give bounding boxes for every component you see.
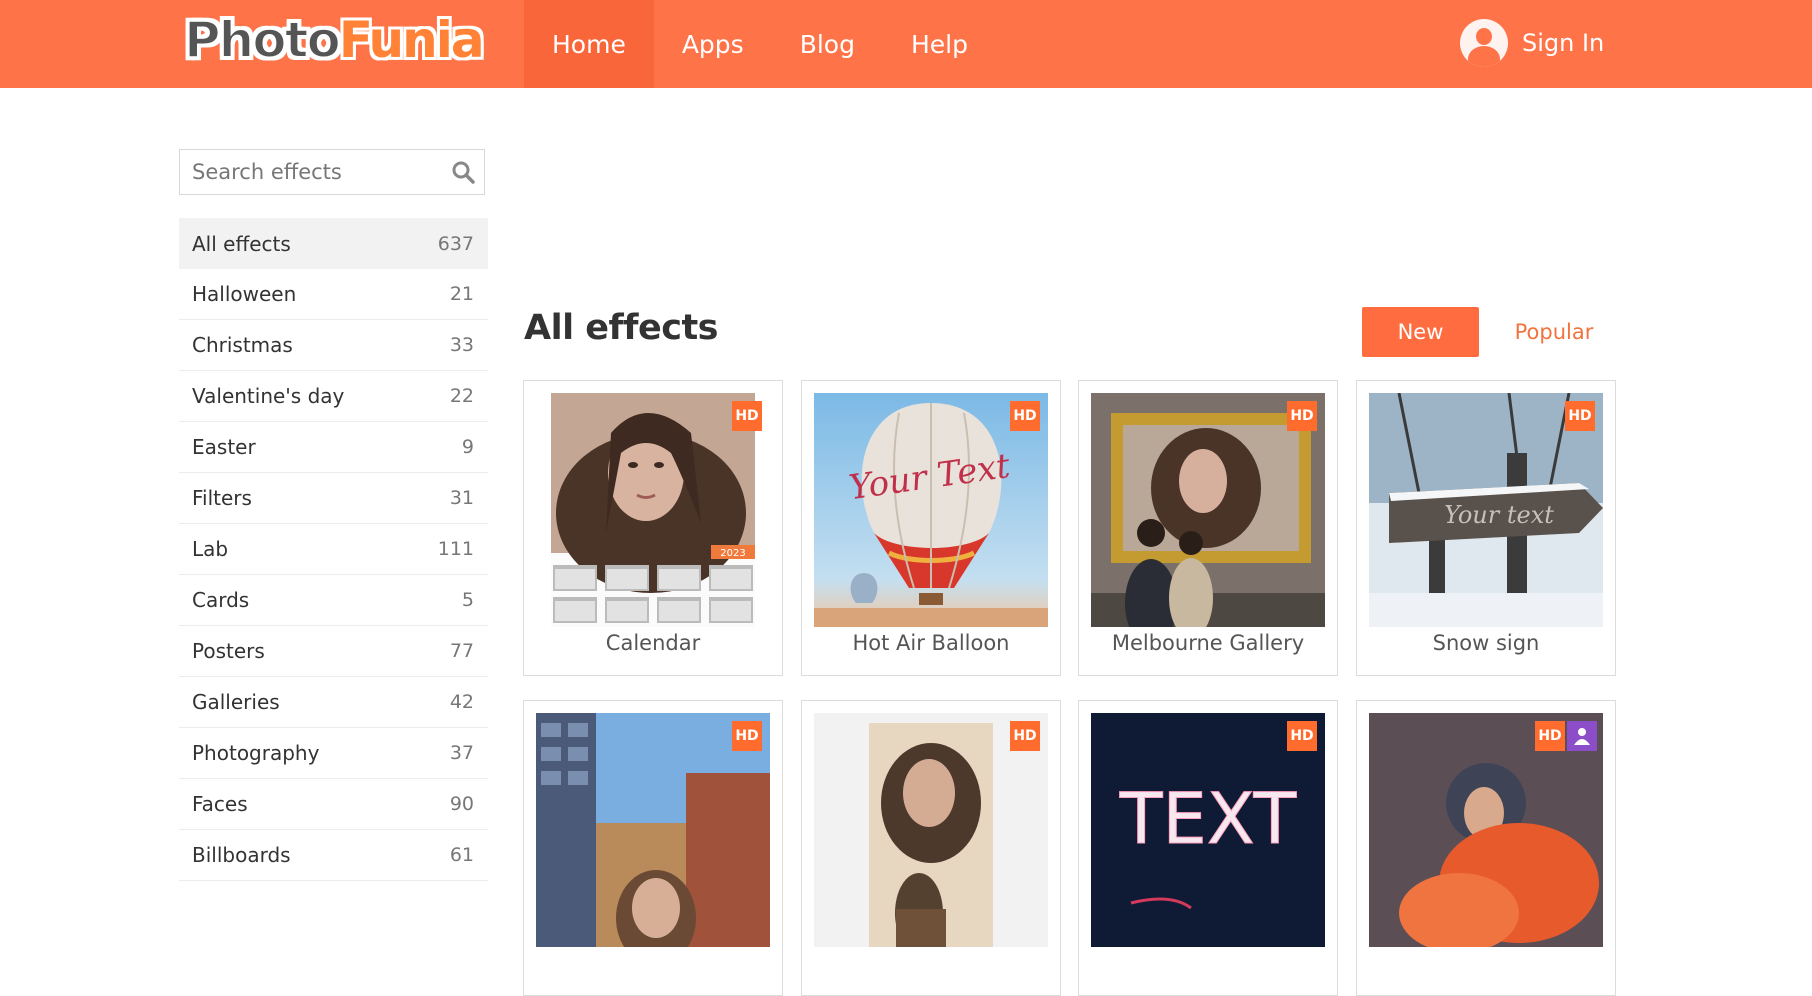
hd-badge: HD	[732, 401, 762, 431]
category-easter[interactable]: Easter 9	[179, 422, 488, 473]
category-christmas[interactable]: Christmas 33	[179, 320, 488, 371]
hd-badge: HD	[1565, 401, 1595, 431]
sign-in-label: Sign In	[1522, 29, 1605, 57]
category-posters[interactable]: Posters 77	[179, 626, 488, 677]
sort-popular-button[interactable]: Popular	[1496, 307, 1612, 357]
effect-thumbnail: 2023	[551, 393, 755, 627]
category-billboards[interactable]: Billboards 61	[179, 830, 488, 881]
category-label: Valentine's day	[192, 384, 345, 408]
category-valentines-day[interactable]: Valentine's day 22	[179, 371, 488, 422]
main-nav: Home Apps Blog Help	[524, 0, 996, 88]
effect-card-orange-smoke[interactable]: HD	[1356, 700, 1616, 996]
category-count: 61	[449, 844, 474, 866]
search-icon[interactable]	[451, 160, 475, 184]
category-label: Cards	[192, 588, 250, 612]
search-box	[179, 149, 485, 195]
hd-badge: HD	[1287, 721, 1317, 751]
effect-name: Calendar	[605, 631, 701, 655]
category-count: 42	[449, 691, 474, 713]
sort-new-button[interactable]: New	[1362, 307, 1479, 357]
category-filters[interactable]: Filters 31	[179, 473, 488, 524]
hd-badge: HD	[1010, 721, 1040, 751]
category-count: 111	[437, 538, 474, 560]
category-label: Lab	[192, 537, 229, 561]
effect-card-city[interactable]: HD	[523, 700, 783, 996]
category-count: 637	[437, 232, 474, 255]
category-label: Filters	[192, 486, 252, 510]
effect-card-hot-air-balloon[interactable]: Your Text HD Hot Air Balloon	[801, 380, 1061, 676]
calendar-year-label: 2023	[720, 548, 745, 559]
category-label: Photography	[192, 741, 320, 765]
category-halloween[interactable]: Halloween 21	[179, 269, 488, 320]
category-label: Easter	[192, 435, 256, 459]
category-label: Faces	[192, 792, 248, 816]
category-cards[interactable]: Cards 5	[179, 575, 488, 626]
effect-name: Hot Air Balloon	[852, 631, 1010, 655]
category-label: Posters	[192, 639, 265, 663]
effect-name: Snow sign	[1432, 631, 1540, 655]
hd-badge: HD	[1010, 401, 1040, 431]
category-label: Galleries	[192, 690, 280, 714]
category-count: 5	[461, 589, 474, 611]
nav-blog[interactable]: Blog	[772, 0, 883, 88]
nav-home[interactable]: Home	[524, 0, 654, 88]
top-header: Photo Funia Home Apps Blog Help Sign In	[0, 0, 1812, 88]
user-photo-badge-icon	[1567, 721, 1597, 751]
sign-overlay-text: Your text	[1444, 501, 1554, 529]
category-count: 90	[449, 793, 474, 815]
nav-help[interactable]: Help	[883, 0, 996, 88]
category-count: 9	[461, 436, 474, 458]
category-label: Billboards	[192, 843, 291, 867]
category-list: All effects 637 Halloween 21 Christmas 33 V…	[179, 218, 488, 881]
effect-card-melbourne-gallery[interactable]: HD Melbourne Gallery	[1078, 380, 1338, 676]
effect-card-calendar[interactable]: 2023 HD Calendar	[523, 380, 783, 676]
category-count: 77	[449, 640, 474, 662]
photofunia-logo[interactable]: Photo Funia	[183, 10, 485, 70]
category-label: Christmas	[192, 333, 293, 357]
logo-text-photo: Photo	[183, 10, 342, 70]
user-avatar-icon	[1460, 19, 1508, 67]
logo-text-funia: Funia	[338, 11, 485, 69]
category-count: 22	[449, 385, 474, 407]
effect-card-portrait-sketch[interactable]: HD	[801, 700, 1061, 996]
category-all-effects[interactable]: All effects 637	[179, 218, 488, 269]
effect-name: Melbourne Gallery	[1111, 631, 1305, 655]
category-count: 33	[449, 334, 474, 356]
neon-overlay-text: TEXT	[1119, 778, 1297, 860]
nav-apps[interactable]: Apps	[654, 0, 772, 88]
category-photography[interactable]: Photography 37	[179, 728, 488, 779]
hd-badge: HD	[1535, 721, 1565, 751]
effect-card-snow-sign[interactable]: Your text HD Snow sign	[1356, 380, 1616, 676]
category-galleries[interactable]: Galleries 42	[179, 677, 488, 728]
category-count: 37	[449, 742, 474, 764]
category-count: 31	[449, 487, 474, 509]
hd-badge: HD	[732, 721, 762, 751]
search-input[interactable]	[180, 150, 440, 194]
category-count: 21	[449, 283, 474, 305]
page-title: All effects	[524, 308, 719, 348]
effect-card-neon-text[interactable]: TEXT HD	[1078, 700, 1338, 996]
hd-badge: HD	[1287, 401, 1317, 431]
category-label: All effects	[192, 231, 291, 256]
sign-in-button[interactable]: Sign In	[1460, 18, 1604, 68]
category-label: Halloween	[192, 282, 297, 306]
category-faces[interactable]: Faces 90	[179, 779, 488, 830]
category-lab[interactable]: Lab 111	[179, 524, 488, 575]
